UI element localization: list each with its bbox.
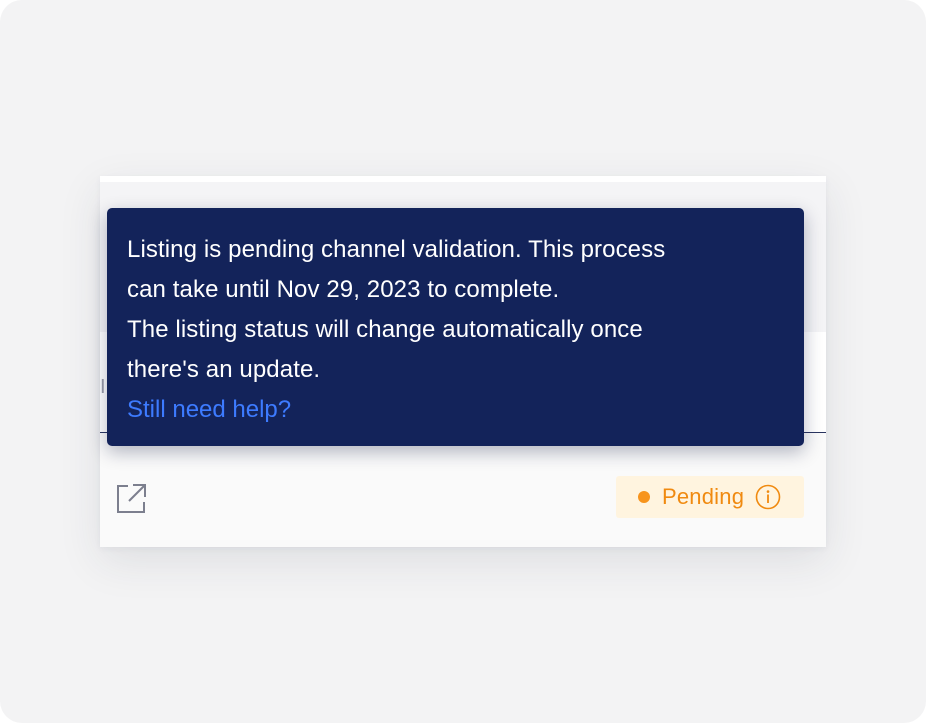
tooltip-line-4: there's an update. bbox=[127, 356, 321, 383]
info-icon[interactable] bbox=[755, 484, 781, 510]
status-dot bbox=[638, 491, 650, 503]
card-footer: Pending bbox=[100, 433, 826, 547]
status-badge[interactable]: Pending bbox=[616, 476, 804, 518]
open-external-icon[interactable] bbox=[114, 481, 148, 515]
screenshot-frame: I Pending Listing is pending channel val… bbox=[0, 0, 926, 723]
open-external-icon-svg bbox=[117, 484, 146, 513]
status-tooltip: Listing is pending channel validation. T… bbox=[107, 208, 804, 446]
still-need-help-link[interactable]: Still need help? bbox=[127, 390, 291, 430]
tooltip-line-3: The listing status will change automatic… bbox=[127, 316, 643, 343]
tooltip-line-2: can take until Nov 29, 2023 to complete. bbox=[127, 276, 560, 303]
tooltip-line-1: Listing is pending channel validation. T… bbox=[127, 236, 666, 263]
status-label: Pending bbox=[662, 484, 745, 509]
